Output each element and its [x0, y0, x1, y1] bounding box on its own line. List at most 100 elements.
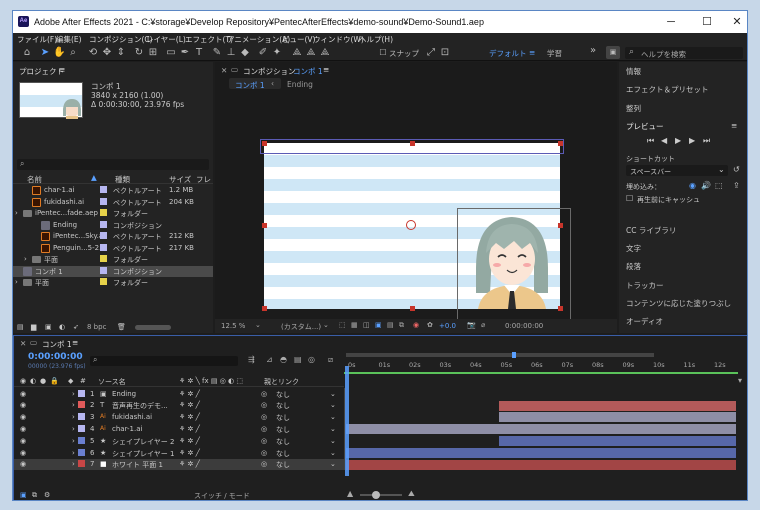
- anchor-point-icon[interactable]: [406, 220, 416, 230]
- comp-lock-icon[interactable]: ▭: [231, 65, 238, 74]
- close-button[interactable]: ✕: [727, 14, 747, 30]
- project-item[interactable]: › 平面 フォルダー: [13, 254, 213, 266]
- color-management-icon[interactable]: ✿: [427, 321, 433, 329]
- layer-switches-icon[interactable]: ⚘ ✲ ╱: [179, 449, 200, 457]
- clone-stamp-tool-icon[interactable]: ⊥: [225, 46, 237, 59]
- layer-switches-icon[interactable]: ⚘ ✲ ╱: [179, 460, 200, 468]
- trash-icon[interactable]: 🗑: [117, 323, 126, 331]
- eraser-tool-icon[interactable]: ◆: [239, 46, 251, 59]
- new-comp-icon[interactable]: ▣: [45, 323, 52, 331]
- puppet-tool-icon[interactable]: ✦: [271, 46, 283, 59]
- visibility-eye-icon[interactable]: ◉: [20, 413, 26, 421]
- switches-modes-toggle[interactable]: スイッチ / モード: [194, 491, 250, 500]
- audio-panel-tab[interactable]: オーディオ: [626, 316, 663, 327]
- menu-animation[interactable]: アニメーション(A): [227, 34, 290, 45]
- brush-tool-icon[interactable]: ✎: [211, 46, 223, 59]
- graph-editor-icon[interactable]: ⧄: [328, 355, 333, 365]
- tracker-panel-tab[interactable]: トラッカー: [626, 280, 664, 291]
- play-icon[interactable]: ▶: [675, 136, 681, 145]
- chevron-down-icon[interactable]: ⌄: [330, 437, 336, 445]
- visibility-eye-icon[interactable]: ◉: [20, 401, 26, 409]
- axis-world-icon[interactable]: ⟁: [305, 46, 317, 59]
- toggle-panel-icon[interactable]: ▣: [20, 491, 27, 499]
- chevron-down-icon[interactable]: ⌄: [330, 460, 336, 468]
- exposure-value[interactable]: +0.0: [439, 322, 456, 330]
- type-tool-icon[interactable]: T: [193, 46, 205, 59]
- comp-panel-title[interactable]: コンポジション: [243, 66, 296, 77]
- parent-select[interactable]: なし: [276, 449, 290, 459]
- layer-switches-icon[interactable]: ⚘ ✲ ╱: [179, 425, 200, 433]
- project-panel-title[interactable]: プロジェクト: [19, 66, 64, 77]
- twirl-icon[interactable]: ›: [15, 278, 18, 286]
- workspace-menu-icon[interactable]: ≡: [529, 48, 535, 57]
- twirl-icon[interactable]: ›: [72, 460, 75, 468]
- menu-view[interactable]: ビュー(V): [282, 34, 315, 45]
- breadcrumb-active[interactable]: コンポ 1 ‹: [229, 78, 281, 90]
- work-area-bar[interactable]: [346, 353, 654, 357]
- overlay-toggle-icon[interactable]: ⬚: [715, 181, 723, 190]
- camera-chevron-down-icon[interactable]: ⌄: [323, 321, 329, 329]
- help-search-box[interactable]: ⌕ ヘルプを検索: [625, 47, 743, 59]
- content-aware-fill-panel-tab[interactable]: コンテンツに応じた塗りつぶし: [626, 298, 731, 309]
- project-item[interactable]: › iPentec...fade.aep フォルダー: [13, 208, 213, 220]
- project-item[interactable]: char-1.ai ベクトルアート 1.2 MB: [13, 185, 213, 197]
- project-search-input[interactable]: ⌕: [17, 159, 209, 170]
- project-item[interactable]: Ending コンポジション: [13, 220, 213, 232]
- work-area-end-handle[interactable]: [512, 352, 516, 358]
- current-timecode[interactable]: 0:00:00:00: [28, 352, 83, 362]
- label-color-swatch[interactable]: [100, 186, 107, 193]
- preview-menu-icon[interactable]: ≡: [731, 121, 737, 130]
- chevron-down-icon[interactable]: ⌄: [330, 449, 336, 457]
- thumbnail-size-slider[interactable]: [135, 325, 171, 330]
- col-type-header[interactable]: 種類: [115, 174, 130, 185]
- layer-label-swatch[interactable]: [78, 448, 85, 456]
- motion-blur-icon[interactable]: ◎: [308, 355, 315, 364]
- project-item[interactable]: › 平面 フォルダー: [13, 277, 213, 289]
- twirl-icon[interactable]: ›: [72, 413, 75, 421]
- menu-composition[interactable]: コンポジション(C): [89, 34, 153, 45]
- layer-switches-icon[interactable]: ⚘ ✲ ╱: [179, 390, 200, 398]
- layer-row[interactable]: ◉ › 5 ★ シェイプレイヤー 2 ⚘ ✲ ╱ ◎ なし ⌄: [14, 435, 344, 447]
- layer-label-swatch[interactable]: [78, 389, 85, 397]
- prev-frame-icon[interactable]: ◀: [661, 136, 667, 145]
- twirl-icon[interactable]: ›: [72, 401, 75, 409]
- toggle-views-icon[interactable]: ▣: [375, 321, 382, 329]
- pick-whip-icon[interactable]: ◎: [261, 460, 267, 468]
- pick-whip-icon[interactable]: ◎: [261, 437, 267, 445]
- new-folder-icon[interactable]: ▆: [31, 323, 36, 331]
- preview-panel-title[interactable]: プレビュー: [626, 121, 664, 132]
- color-channel-icon[interactable]: ◉: [413, 321, 419, 329]
- parent-select[interactable]: なし: [276, 460, 290, 470]
- export-icon[interactable]: ⇪: [733, 181, 740, 190]
- zoom-slider-thumb[interactable]: [372, 491, 380, 499]
- transform-handle[interactable]: [262, 306, 267, 311]
- comp-panel-comp-name[interactable]: コンポ 1: [293, 66, 323, 77]
- label-header-icon[interactable]: ◆: [68, 377, 73, 385]
- audio-toggle-icon[interactable]: 🔊: [701, 181, 711, 190]
- parent-select[interactable]: なし: [276, 437, 290, 447]
- twirl-icon[interactable]: ›: [15, 209, 18, 217]
- label-color-swatch[interactable]: [100, 232, 107, 239]
- align-panel-tab[interactable]: 整列: [626, 103, 641, 114]
- lock-header-icon[interactable]: 🔒: [50, 377, 59, 385]
- character-panel-tab[interactable]: 文字: [626, 243, 641, 254]
- chevron-down-icon[interactable]: ⌄: [330, 425, 336, 433]
- dolly-tool-icon[interactable]: ⇕: [115, 46, 127, 59]
- roto-brush-tool-icon[interactable]: ✐: [257, 46, 269, 59]
- timeline-close-icon[interactable]: ✕: [20, 339, 26, 348]
- visibility-eye-icon[interactable]: ◉: [20, 460, 26, 468]
- pan-tool-icon[interactable]: ✥: [101, 46, 113, 59]
- workspace-default[interactable]: デフォルト: [489, 48, 527, 59]
- draft-3d-icon[interactable]: ⊿: [266, 355, 273, 364]
- layer-switches-icon[interactable]: ⚘ ✲ ╱: [179, 437, 200, 445]
- layer-switches-icon[interactable]: ⚘ ✲ ╱: [179, 401, 200, 409]
- shy-icon[interactable]: ◓: [280, 355, 287, 364]
- layer-row[interactable]: ◉ › 2 T 音声再生のデモ... ⚘ ✲ ╱ ◎ なし ⌄: [14, 400, 344, 412]
- hand-tool-icon[interactable]: ✋: [53, 46, 65, 59]
- label-color-swatch[interactable]: [100, 278, 107, 285]
- label-color-swatch[interactable]: [100, 255, 107, 262]
- label-color-swatch[interactable]: [100, 243, 107, 251]
- label-color-swatch[interactable]: [100, 209, 107, 216]
- visibility-eye-icon[interactable]: ◉: [20, 390, 26, 398]
- axis-local-icon[interactable]: ⟁: [291, 46, 303, 59]
